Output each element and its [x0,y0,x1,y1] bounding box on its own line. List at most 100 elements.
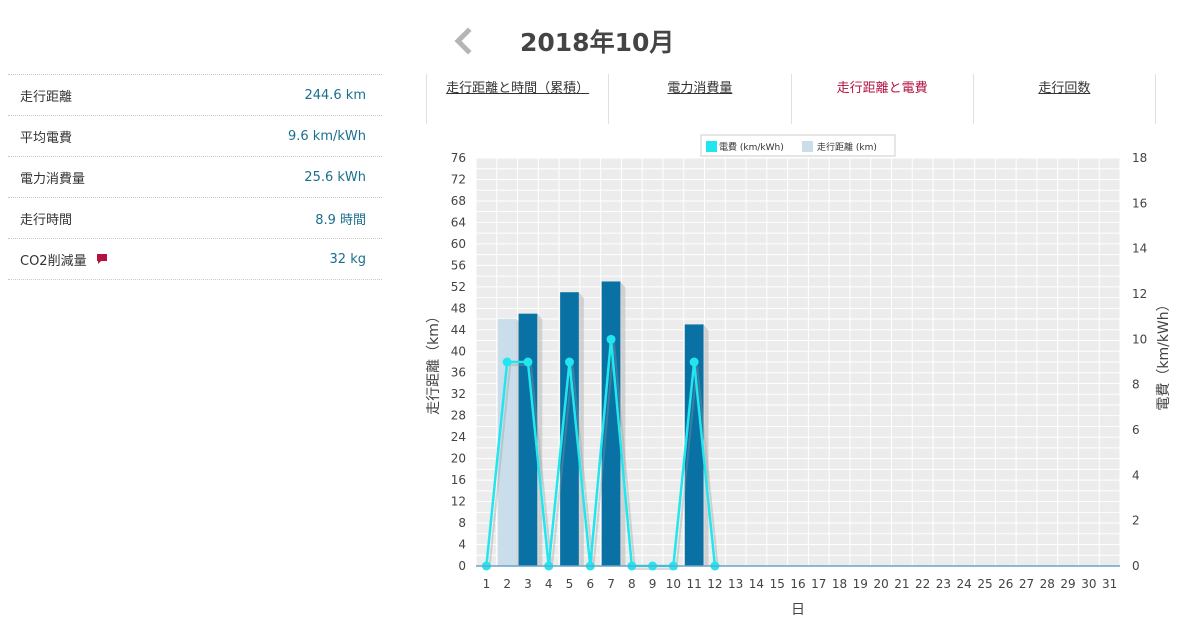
summary-value: 32 kg [329,251,366,267]
x-axis-label: 日 [791,602,805,618]
y-left-tick-label: 32 [451,387,466,401]
x-tick-label: 19 [853,577,868,591]
chevron-left-icon[interactable] [448,26,478,56]
y-right-tick-label: 16 [1132,196,1147,210]
x-tick-label: 28 [1040,577,1055,591]
tab-distance-efficiency[interactable]: 走行距離と電費 [790,74,973,124]
y-left-tick-label: 44 [451,323,466,337]
summary-label: 走行時間 [20,212,73,228]
y-left-tick-label: 0 [458,559,466,573]
comment-icon[interactable] [96,253,108,265]
x-tick-label: 13 [728,577,743,591]
summary-row-efficiency: 平均電費 9.6 km/kWh [8,116,382,157]
summary-label: 走行距離 [20,89,73,105]
summary-label: 平均電費 [20,130,73,146]
y-right-tick-label: 6 [1132,423,1140,437]
y-left-tick-label: 76 [451,151,466,165]
x-tick-label: 26 [998,577,1013,591]
x-tick-label: 20 [873,577,888,591]
y-right-tick-label: 18 [1132,151,1147,165]
y-left-tick-label: 68 [451,194,466,208]
y-right-axis-label: 電費（km/kWh） [1156,297,1172,410]
x-tick-label: 30 [1081,577,1096,591]
x-tick-label: 23 [936,577,951,591]
chart-tabs: 走行距離と時間（累積） 電力消費量 走行距離と電費 走行回数 [426,74,1156,124]
tab-label[interactable]: 走行距離と時間（累積） [446,81,589,96]
x-tick-label: 2 [503,577,511,591]
y-right-tick-label: 14 [1132,242,1147,256]
tab-distance-time[interactable]: 走行距離と時間（累積） [426,74,608,124]
y-left-tick-label: 36 [451,366,466,380]
y-right-tick-label: 8 [1132,378,1140,392]
y-left-tick-label: 12 [451,495,466,509]
x-tick-label: 4 [545,577,553,591]
x-tick-label: 8 [628,577,636,591]
x-tick-label: 10 [666,577,681,591]
tab-label[interactable]: 走行回数 [1038,81,1090,96]
x-tick-label: 29 [1060,577,1075,591]
distance-bar [497,319,517,566]
y-left-tick-label: 8 [458,516,466,530]
y-left-tick-label: 56 [451,258,466,272]
page-title: 2018年10月 [520,28,675,57]
distance-efficiency-chart: 0481216202428323640444852566064687276024… [425,134,1172,618]
tab-trip-count[interactable]: 走行回数 [972,74,1156,124]
y-left-axis-label: 走行距離（km） [425,309,442,415]
y-left-tick-label: 40 [451,344,466,358]
x-tick-label: 12 [707,577,722,591]
x-tick-label: 31 [1102,577,1117,591]
legend-swatch-distance [802,141,813,152]
x-tick-label: 14 [749,577,764,591]
summary-row-co2: CO2削減量 32 kg [8,239,382,280]
x-tick-label: 11 [686,577,701,591]
x-tick-label: 18 [832,577,847,591]
y-right-tick-label: 10 [1132,332,1147,346]
x-tick-label: 9 [649,577,657,591]
summary-row-distance: 走行距離 244.6 km [8,75,382,116]
y-left-tick-label: 52 [451,280,466,294]
y-left-tick-label: 28 [451,409,466,423]
distance-bar [518,313,538,566]
x-tick-label: 1 [483,577,491,591]
x-tick-label: 6 [586,577,594,591]
y-left-tick-label: 60 [451,237,466,251]
x-tick-label: 21 [894,577,909,591]
x-tick-label: 5 [566,577,574,591]
summary-table: 走行距離 244.6 km 平均電費 9.6 km/kWh 電力消費量 25.6… [8,74,382,280]
efficiency-point [564,357,574,367]
summary-label: CO2削減量 [20,253,87,269]
x-tick-label: 22 [915,577,930,591]
tab-power-consumption[interactable]: 電力消費量 [608,74,790,124]
y-right-tick-label: 12 [1132,287,1147,301]
summary-label: 電力消費量 [20,171,86,187]
y-right-tick-label: 2 [1132,514,1140,528]
x-tick-label: 7 [607,577,615,591]
y-left-tick-label: 20 [451,452,466,466]
summary-row-time: 走行時間 8.9 時間 [8,198,382,239]
tab-label[interactable]: 走行距離と電費 [837,81,928,96]
chart-legend: 電費 (km/kWh) 走行距離 (km) [700,134,896,157]
y-left-tick-label: 24 [451,430,466,444]
summary-row-consumption: 電力消費量 25.6 kWh [8,157,382,198]
y-right-tick-label: 0 [1132,559,1140,573]
y-left-tick-label: 72 [451,172,466,186]
summary-value: 25.6 kWh [304,169,366,185]
x-tick-label: 27 [1019,577,1034,591]
legend-label-distance: 走行距離 (km) [817,141,877,153]
x-tick-label: 3 [524,577,532,591]
tab-label[interactable]: 電力消費量 [667,81,732,96]
legend-swatch-efficiency [706,141,717,152]
y-left-tick-label: 64 [451,215,466,229]
summary-value: 244.6 km [304,87,366,103]
y-left-tick-label: 4 [458,538,466,552]
legend-label-efficiency: 電費 (km/kWh) [719,141,784,153]
efficiency-point [523,357,533,367]
y-left-tick-label: 48 [451,301,466,315]
efficiency-point [689,357,699,367]
x-tick-label: 17 [811,577,826,591]
y-left-tick-label: 16 [451,473,466,487]
summary-value: 8.9 時間 [315,212,366,228]
x-tick-label: 24 [957,577,972,591]
x-tick-label: 25 [977,577,992,591]
efficiency-point [606,334,616,344]
